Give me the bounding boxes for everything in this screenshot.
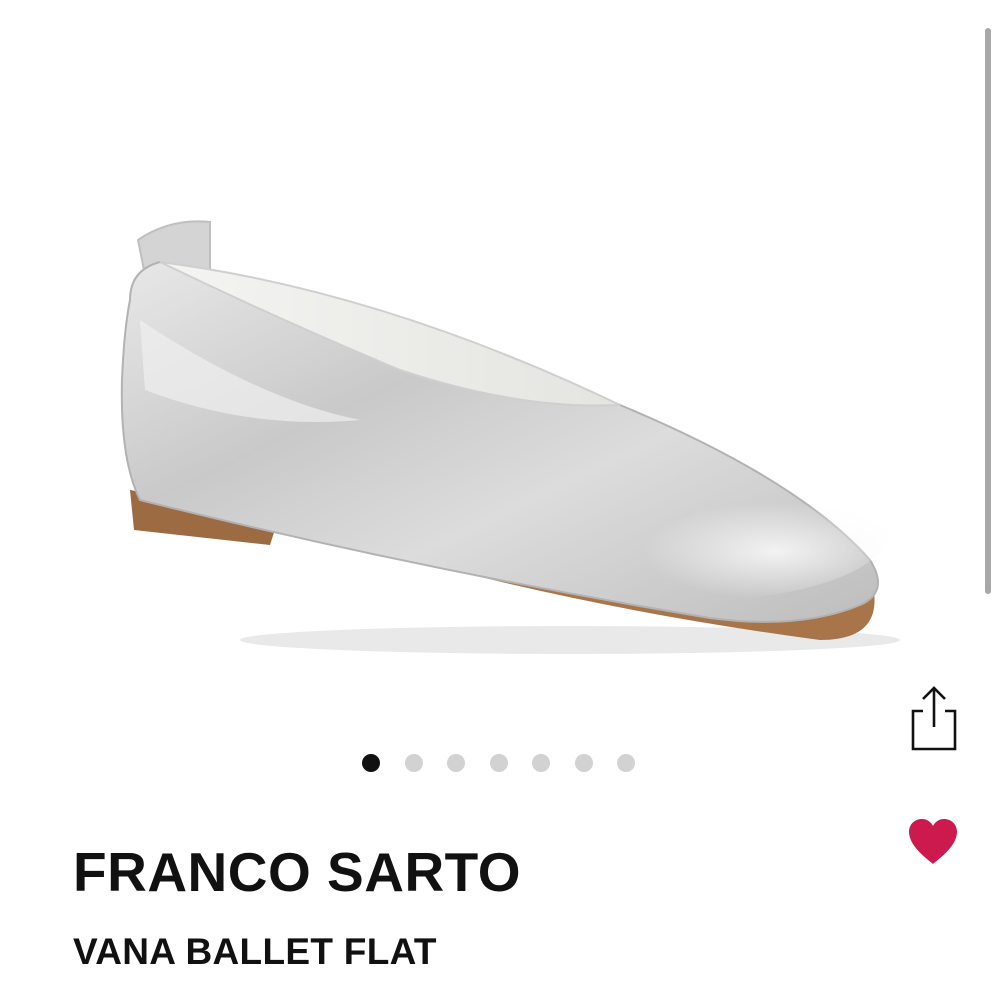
silver-ballet-flat-image: [120, 220, 900, 654]
heart-icon: [909, 819, 957, 864]
product-detail-page: FRANCO SARTO VANA BALLET FLAT: [0, 0, 1000, 1000]
scrollbar[interactable]: [985, 28, 991, 594]
product-name: VANA BALLET FLAT: [73, 931, 437, 972]
brand-name: FRANCO SARTO: [73, 841, 522, 903]
carousel-dot[interactable]: [532, 754, 550, 772]
favorite-button[interactable]: [903, 814, 963, 870]
share-icon: [911, 686, 957, 751]
share-button[interactable]: [903, 680, 963, 756]
carousel-dot[interactable]: [489, 754, 508, 772]
carousel-dot[interactable]: [574, 754, 593, 772]
carousel-indicator: [362, 754, 635, 772]
product-image[interactable]: [100, 200, 900, 680]
carousel-dot[interactable]: [617, 754, 635, 772]
carousel-dot[interactable]: [447, 754, 465, 772]
carousel-dot[interactable]: [362, 754, 380, 772]
carousel-dot[interactable]: [404, 754, 423, 772]
